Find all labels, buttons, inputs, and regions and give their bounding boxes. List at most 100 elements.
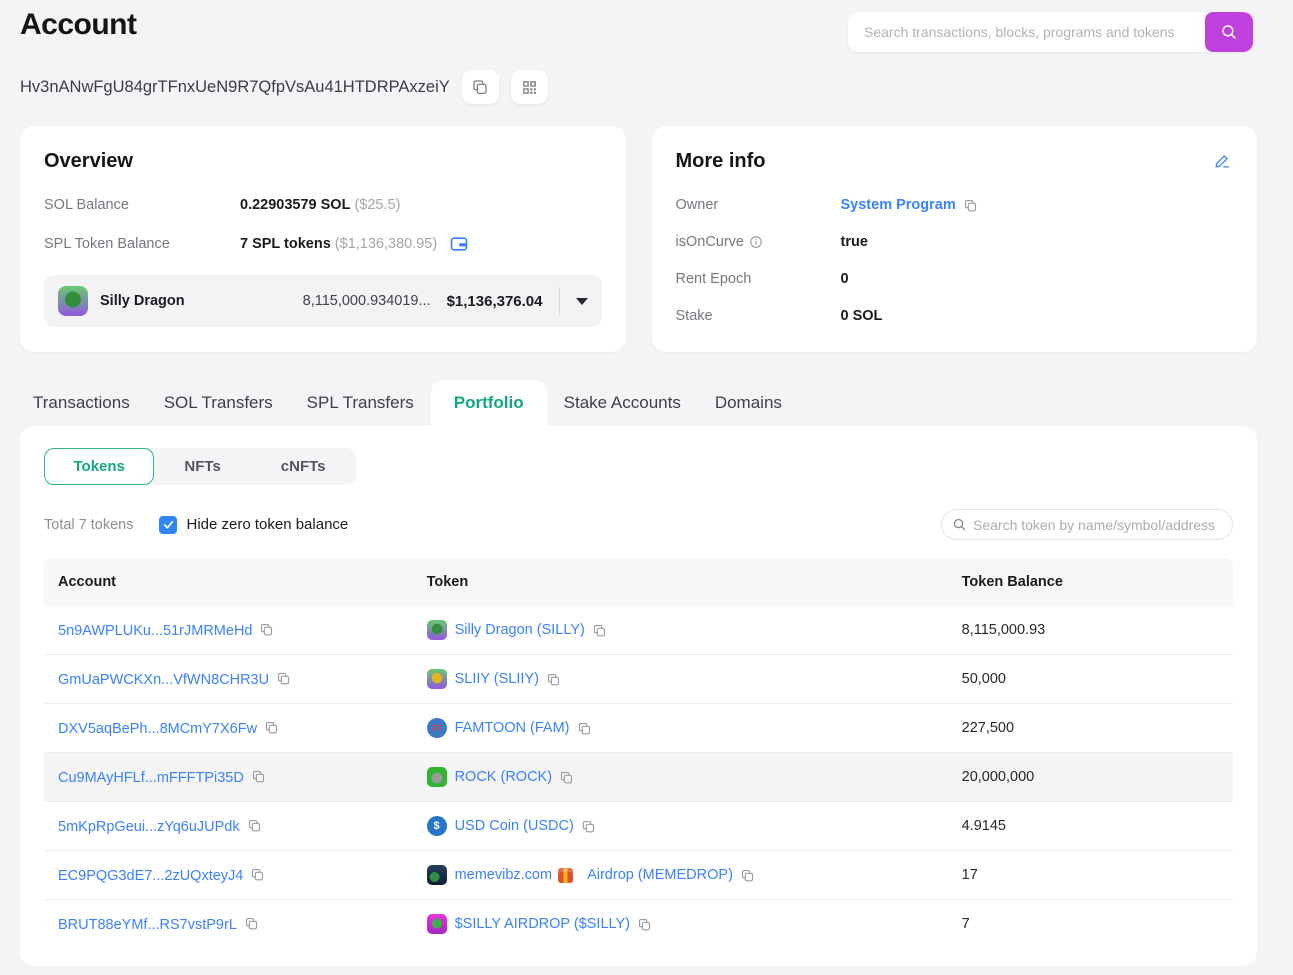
- copy-account-button[interactable]: [259, 622, 274, 637]
- copy-account-button[interactable]: [244, 916, 259, 931]
- token-balance: 50,000: [947, 654, 1233, 703]
- global-search: [848, 12, 1253, 52]
- token-balance: 8,115,000.93: [961, 622, 1046, 638]
- wallet-icon[interactable]: [449, 234, 469, 254]
- top-bar: Account: [0, 0, 1293, 52]
- token-link[interactable]: $SILLY AIRDROP ($SILLY): [455, 916, 630, 932]
- spl-balance-value: 7 SPL tokens ($1,136,380.95): [240, 236, 438, 252]
- copy-account-button[interactable]: [251, 769, 266, 784]
- token-link[interactable]: ROCK (ROCK): [455, 769, 552, 785]
- qr-code-button[interactable]: [510, 70, 548, 104]
- sub-tab-tokens[interactable]: Tokens: [44, 448, 155, 485]
- account-link[interactable]: DXV5aqBePh...8MCmY7X6Fw: [58, 721, 257, 737]
- token-link-2[interactable]: Airdrop (MEMEDROP): [587, 867, 733, 883]
- col-token-balance: Token Balance: [947, 558, 1233, 606]
- sub-tab-nfts[interactable]: NFTs: [154, 448, 250, 485]
- col-account: Account: [44, 558, 413, 606]
- table-row: DXV5aqBePh...8MCmY7X6Fw FT FAMTOON (FAM) …: [44, 703, 1233, 752]
- address-row: Hv3nANwFgU84grTFnxUeN9R7QfpVsAu41HTDRPAx…: [0, 52, 1293, 104]
- silly-dragon-token-icon: [426, 620, 447, 640]
- global-search-input[interactable]: [848, 24, 1205, 40]
- copy-account-button[interactable]: [264, 720, 279, 735]
- token-link[interactable]: Silly Dragon (SILLY): [455, 622, 585, 638]
- search-icon: [953, 518, 966, 531]
- isoncurve-row: isOnCurve true: [676, 234, 1234, 250]
- copy-token-button[interactable]: [592, 623, 607, 638]
- checkmark-icon: [163, 520, 174, 529]
- account-link[interactable]: BRUT88eYMf...RS7vstP9rL: [58, 917, 237, 933]
- tab-transactions[interactable]: Transactions: [16, 380, 147, 426]
- tab-spl-transfers[interactable]: SPL Transfers: [290, 380, 431, 426]
- copy-icon: [473, 80, 487, 95]
- stake-row: Stake 0 SOL: [676, 308, 1234, 324]
- selected-token-usd: $1,136,376.04: [446, 292, 543, 310]
- token-balance: 17: [947, 850, 1233, 899]
- token-link[interactable]: SLIIY (SLIIY): [455, 671, 539, 687]
- copy-address-button[interactable]: [461, 70, 499, 104]
- rock-token-icon: [426, 767, 447, 787]
- copy-icon: [261, 623, 273, 635]
- hide-zero-balance-label: Hide zero token balance: [186, 516, 349, 533]
- total-tokens-label: Total 7 tokens: [44, 516, 134, 533]
- token-selector-dropdown[interactable]: Silly Dragon 8,115,000.934019... $1,136,…: [44, 275, 602, 327]
- copy-account-button[interactable]: [276, 671, 291, 686]
- token-balance: 4.9145: [947, 801, 1233, 850]
- copy-account-button[interactable]: [247, 818, 262, 833]
- stake-value: 0 SOL: [840, 308, 883, 324]
- rent-epoch-label: Rent Epoch: [675, 271, 752, 287]
- account-link[interactable]: 5mKpRpGeui...zYq6uJUPdk: [58, 819, 240, 835]
- token-link[interactable]: USD Coin (USDC): [455, 818, 574, 834]
- more-info-header: More info: [676, 150, 1234, 197]
- copy-icon: [266, 721, 278, 733]
- account-link[interactable]: 5n9AWPLUKu...51rJMRMeHd: [58, 623, 252, 639]
- copy-token-button[interactable]: [637, 917, 652, 932]
- tab-stake-accounts[interactable]: Stake Accounts: [547, 380, 698, 426]
- edit-button[interactable]: [1212, 150, 1233, 174]
- copy-icon: [561, 771, 573, 783]
- copy-token-button[interactable]: [581, 819, 596, 834]
- tab-domains[interactable]: Domains: [698, 380, 799, 426]
- selected-token-amount: 8,115,000.934019...: [302, 293, 431, 309]
- account-tabs: Transactions SOL Transfers SPL Transfers…: [16, 380, 1293, 426]
- summary-cards: Overview SOL Balance 0.22903579 SOL ($25.…: [20, 126, 1257, 352]
- copy-token-button[interactable]: [577, 721, 592, 736]
- info-icon[interactable]: [749, 235, 763, 249]
- account-link[interactable]: EC9PQG3dE7...2zUQxteyJ4: [58, 868, 243, 884]
- copy-icon: [593, 624, 605, 636]
- col-token: Token: [412, 558, 948, 606]
- copy-icon: [964, 199, 976, 211]
- tab-portfolio[interactable]: Portfolio: [430, 380, 547, 426]
- copy-icon: [245, 917, 257, 929]
- checkbox-checked[interactable]: [159, 515, 178, 534]
- copy-account-button[interactable]: [250, 867, 265, 882]
- chevron-down-icon[interactable]: [575, 297, 588, 305]
- overview-card: Overview SOL Balance 0.22903579 SOL ($25.…: [20, 126, 626, 352]
- account-link[interactable]: Cu9MAyHFLf...mFFFTPi35D: [58, 770, 244, 786]
- token-link[interactable]: FAMTOON (FAM): [455, 720, 570, 736]
- memedrop-token-icon: [426, 865, 447, 885]
- copy-token-button[interactable]: [546, 672, 561, 687]
- hide-zero-balance-toggle[interactable]: Hide zero token balance: [159, 515, 349, 534]
- selected-token-name: Silly Dragon: [100, 293, 185, 309]
- search-button[interactable]: [1205, 12, 1253, 52]
- account-page: Account Hv3nANwFgU84grTFnxUeN9R7QfpVsAu4…: [0, 0, 1293, 975]
- copy-token-button[interactable]: [740, 868, 755, 883]
- sol-balance-label: SOL Balance: [44, 197, 129, 213]
- token-link[interactable]: memevibz.com: [455, 867, 553, 883]
- table-header-row: Account Token Token Balance: [44, 558, 1233, 606]
- sub-tab-cnfts[interactable]: cNFTs: [251, 448, 356, 485]
- token-search-input[interactable]: [973, 516, 1222, 533]
- more-info-card: More info Owner System Program isOnCurve…: [651, 126, 1257, 352]
- copy-owner-button[interactable]: [963, 198, 978, 213]
- isoncurve-value: true: [840, 234, 868, 250]
- rent-epoch-value: 0: [840, 271, 849, 287]
- page-title: Account: [20, 8, 137, 41]
- copy-token-button[interactable]: [559, 770, 574, 785]
- spl-balance-row: SPL Token Balance 7 SPL tokens ($1,136,38…: [44, 234, 602, 254]
- copy-icon: [582, 820, 594, 832]
- tab-sol-transfers[interactable]: SOL Transfers: [147, 380, 290, 426]
- account-link[interactable]: GmUaPWCKXn...VfWN8CHR3U: [58, 672, 269, 688]
- owner-link[interactable]: System Program: [841, 197, 956, 213]
- table-row: 5mKpRpGeui...zYq6uJUPdk $ USD Coin (USDC)…: [44, 801, 1233, 850]
- spl-balance-label: SPL Token Balance: [44, 236, 170, 252]
